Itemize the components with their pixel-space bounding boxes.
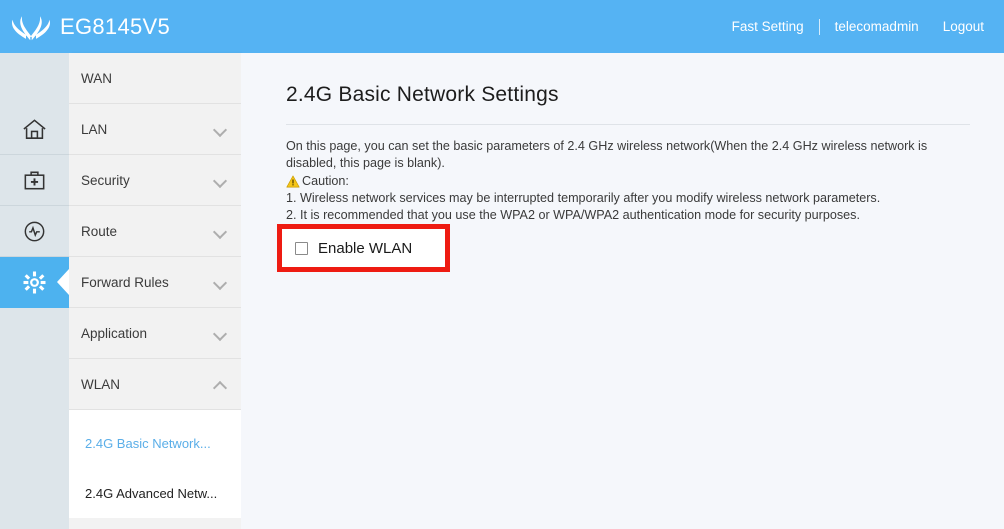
gear-icon	[21, 269, 48, 296]
sidebar-item-application[interactable]: Application	[69, 308, 241, 359]
current-user-label: telecomadmin	[834, 19, 919, 34]
sidebar-item-wlan[interactable]: WLAN	[69, 359, 241, 410]
chevron-up-icon	[214, 380, 227, 388]
description-line-1: On this page, you can set the basic para…	[286, 139, 928, 153]
sidebar-item-wan[interactable]: WAN	[69, 53, 241, 104]
sidebar-menu: WAN LAN Security Route Forward Rules App…	[69, 53, 241, 529]
enable-wlan-label[interactable]: Enable WLAN	[318, 240, 412, 257]
enable-wlan-highlight-box: Enable WLAN	[277, 224, 450, 272]
chevron-down-icon	[214, 176, 227, 184]
rail-item-maintenance[interactable]	[0, 155, 69, 206]
chevron-down-icon	[214, 227, 227, 235]
chevron-down-icon	[214, 125, 227, 133]
page-title: 2.4G Basic Network Settings	[286, 83, 559, 106]
warning-triangle-icon	[286, 175, 302, 188]
sidebar-subitem-label: 2.4G Basic Network...	[85, 435, 211, 451]
app-header: EG8145V5 Fast Setting telecomadmin Logou…	[0, 0, 1004, 53]
fast-setting-link[interactable]: Fast Setting	[732, 19, 804, 34]
rail-item-diagnostics[interactable]	[0, 206, 69, 257]
sidebar-item-2-4g-advanced-network[interactable]: 2.4G Advanced Netw...	[69, 468, 241, 518]
page-description: On this page, you can set the basic para…	[286, 138, 958, 224]
brand-name: EG8145V5	[60, 13, 171, 39]
rail-item-settings[interactable]	[0, 257, 69, 308]
main-content: 2.4G Basic Network Settings On this page…	[241, 53, 1004, 529]
chevron-down-icon	[214, 278, 227, 286]
brand: EG8145V5	[0, 12, 170, 42]
chevron-down-icon	[214, 329, 227, 337]
sidebar-item-lan[interactable]: LAN	[69, 104, 241, 155]
caution-label: Caution:	[302, 174, 349, 188]
header-actions: Fast Setting telecomadmin Logout	[732, 18, 1004, 35]
sidebar-item-label: LAN	[81, 121, 108, 137]
title-divider	[286, 124, 970, 125]
sidebar-subitem-label: 2.4G Advanced Netw...	[85, 485, 218, 501]
sidebar-item-label: Forward Rules	[81, 274, 169, 290]
home-icon	[21, 116, 48, 143]
enable-wlan-row[interactable]: Enable WLAN	[282, 229, 445, 267]
diagnostics-icon	[21, 218, 48, 245]
sidebar-item-label: WAN	[81, 70, 112, 86]
icon-rail	[0, 53, 69, 529]
description-line-2: disabled, this page is blank).	[286, 156, 445, 170]
sidebar-item-label: Route	[81, 223, 118, 239]
sidebar-item-route[interactable]: Route	[69, 206, 241, 257]
caution-note-2: 2. It is recommended that you use the WP…	[286, 208, 860, 222]
sidebar-submenu-wlan: 2.4G Basic Network... 2.4G Advanced Netw…	[69, 410, 241, 518]
medical-kit-icon	[21, 167, 48, 194]
logout-link[interactable]: Logout	[943, 19, 984, 34]
sidebar-item-label: Application	[81, 325, 148, 341]
sidebar-item-label: Security	[81, 172, 130, 188]
enable-wlan-checkbox[interactable]	[295, 241, 308, 255]
sidebar-item-security[interactable]: Security	[69, 155, 241, 206]
sidebar-item-2-4g-basic-network[interactable]: 2.4G Basic Network...	[69, 418, 241, 468]
header-divider	[818, 18, 820, 35]
huawei-flower-logo-icon	[11, 12, 51, 42]
caution-note-1: 1. Wireless network services may be inte…	[286, 191, 881, 205]
sidebar-item-forward-rules[interactable]: Forward Rules	[69, 257, 241, 308]
sidebar-item-label: WLAN	[81, 376, 121, 392]
rail-top-spacer	[0, 53, 69, 104]
rail-item-home[interactable]	[0, 104, 69, 155]
caution-row: Caution:	[286, 173, 958, 190]
